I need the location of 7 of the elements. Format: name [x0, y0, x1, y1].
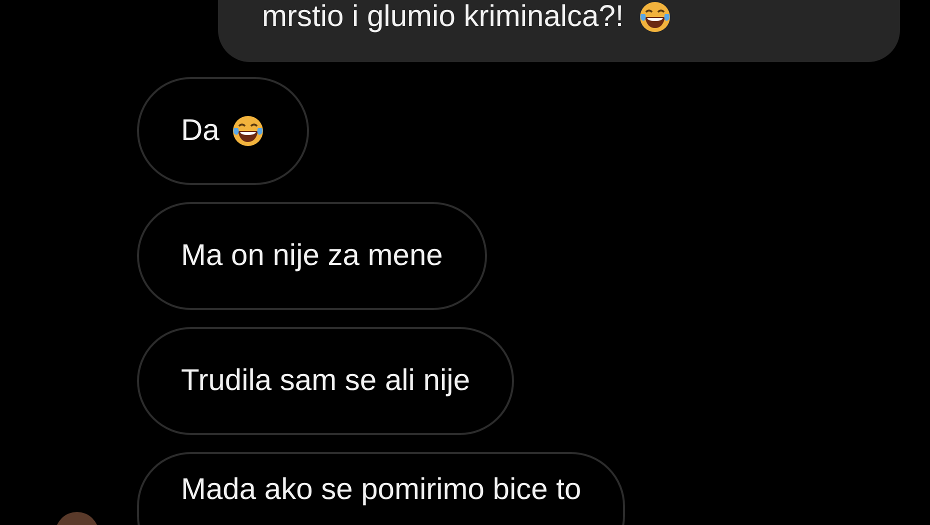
message-text: mrstio i glumio kriminalca?!: [262, 0, 624, 32]
laughing-emoji-icon: [638, 0, 672, 34]
laughing-emoji-icon: [231, 114, 266, 148]
message-text: Mada ako se pomirimo bice to: [181, 472, 582, 508]
message-text: Da: [181, 113, 220, 149]
message-text: Trudila sam se ali nije: [181, 363, 470, 399]
message-text: Ma on nije za mene: [181, 238, 443, 274]
